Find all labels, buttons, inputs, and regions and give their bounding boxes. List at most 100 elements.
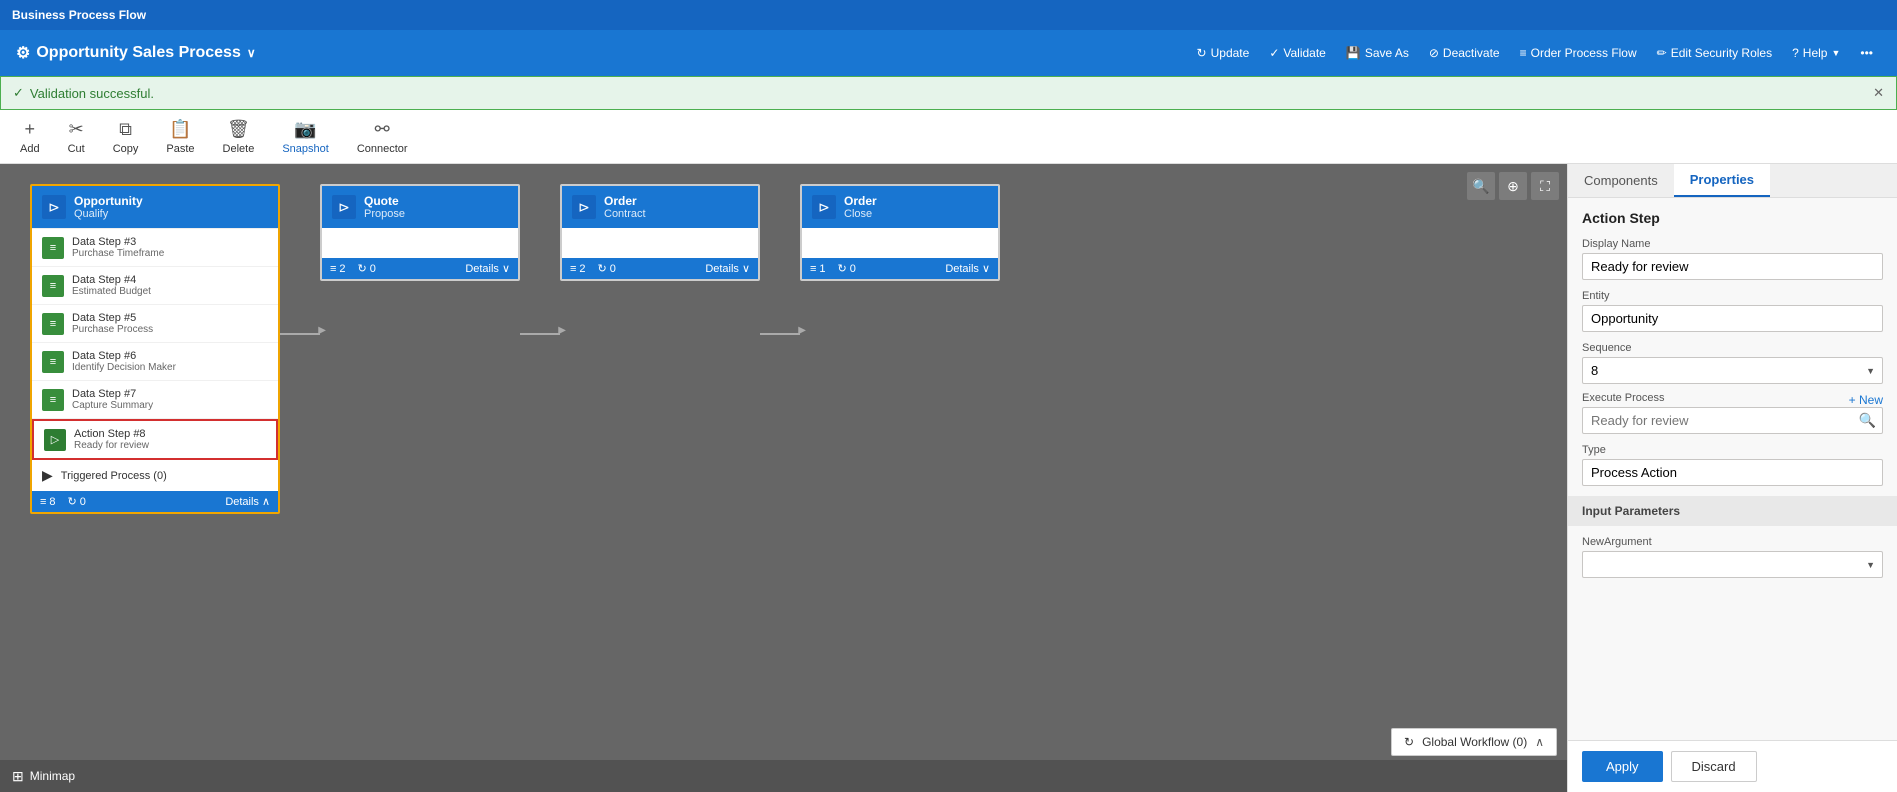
validation-check-icon: ✓ <box>13 85 24 101</box>
paste-button[interactable]: 📋 Paste <box>154 115 206 159</box>
loop-count-value: 0 <box>80 496 86 508</box>
step-text: Data Step #7 Capture Summary <box>72 388 153 411</box>
details-button-1[interactable]: Details ∧ <box>225 495 270 508</box>
stage-icon-4: ⊳ <box>812 195 836 219</box>
step-count-value: 8 <box>49 496 55 508</box>
header: ⚙ Opportunity Sales Process ∨ ↻ Update ✓… <box>0 30 1897 76</box>
delete-button[interactable]: 🗑 Delete <box>211 115 267 159</box>
process-title: Opportunity Sales Process <box>36 44 241 62</box>
stage-subtitle: Qualify <box>74 208 143 220</box>
copy-label: Copy <box>113 143 139 155</box>
step-text: Action Step #8 Ready for review <box>74 428 149 451</box>
stage-icon-2: ⊳ <box>332 195 356 219</box>
delete-label: Delete <box>223 143 255 155</box>
update-button[interactable]: ↻ Update <box>1189 42 1258 64</box>
stage-order-close[interactable]: ⊳ Order Close ≡ 1 ↻ 0 <box>800 184 1000 281</box>
save-as-button[interactable]: 💾 Save As <box>1338 42 1417 64</box>
step-count-icon-3: ≡ <box>570 263 576 275</box>
stage-footer-2: ≡ 2 ↻ 0 Details ∨ <box>322 258 518 279</box>
triggered-label: Triggered Process (0) <box>61 470 167 482</box>
step-count-value-3: 2 <box>579 263 585 275</box>
title-chevron[interactable]: ∨ <box>247 46 256 60</box>
sequence-label: Sequence <box>1582 342 1883 354</box>
help-icon: ? <box>1792 46 1799 60</box>
step-subtitle: Capture Summary <box>72 400 153 411</box>
canvas-controls: 🔍 ⊕ ⛶ <box>1467 172 1559 200</box>
stage-order-contract-header: ⊳ Order Contract <box>562 186 758 228</box>
more-button[interactable]: ••• <box>1852 42 1881 64</box>
order-process-flow-button[interactable]: ≡ Order Process Flow <box>1512 42 1645 64</box>
entity-input[interactable] <box>1582 305 1883 332</box>
minimap-bar[interactable]: ⊞ Minimap <box>0 760 1567 792</box>
step-item-3[interactable]: ≡ Data Step #3 Purchase Timeframe <box>32 229 278 267</box>
validation-close-icon[interactable]: ✕ <box>1873 85 1884 101</box>
stage-order-contract[interactable]: ⊳ Order Contract ≡ 2 ↻ 0 <box>560 184 760 281</box>
steps-dropdown: ≡ Data Step #3 Purchase Timeframe ≡ Data… <box>32 228 278 460</box>
stage-footer-3: ≡ 2 ↻ 0 Details ∨ <box>562 258 758 279</box>
step-text: Data Step #4 Estimated Budget <box>72 274 151 297</box>
discard-button[interactable]: Discard <box>1671 751 1757 782</box>
display-name-input[interactable] <box>1582 253 1883 280</box>
connector-button[interactable]: ⚯ Connector <box>345 115 420 159</box>
loop-count-icon: ↻ <box>68 495 77 508</box>
step-title: Data Step #3 <box>72 236 164 248</box>
execute-process-search-button[interactable]: 🔍 <box>1853 408 1882 433</box>
global-workflow[interactable]: ↻ Global Workflow (0) ∧ <box>1391 728 1557 756</box>
step-item-8[interactable]: ▷ Action Step #8 Ready for review <box>32 419 278 460</box>
stage-quote-propose[interactable]: ⊳ Quote Propose ≡ 2 ↻ 0 <box>320 184 520 281</box>
new-argument-select[interactable] <box>1582 551 1883 578</box>
validate-button[interactable]: ✓ Validate <box>1261 42 1334 64</box>
deactivate-button[interactable]: ⊘ Deactivate <box>1421 42 1508 64</box>
step-item-4[interactable]: ≡ Data Step #4 Estimated Budget <box>32 267 278 305</box>
stage-opportunity-qualify[interactable]: ⊳ Opportunity Qualify ≡ Data Step #3 Pur… <box>30 184 280 514</box>
flow-container: ⊳ Opportunity Qualify ≡ Data Step #3 Pur… <box>0 164 1567 534</box>
cut-label: Cut <box>68 143 85 155</box>
stage-icon-3: ⊳ <box>572 195 596 219</box>
step-item-7[interactable]: ≡ Data Step #7 Capture Summary <box>32 381 278 419</box>
canvas[interactable]: 🔍 ⊕ ⛶ ⊳ Opportunity Qualify <box>0 164 1567 792</box>
details-button-3[interactable]: Details ∨ <box>705 262 750 275</box>
details-button-4[interactable]: Details ∨ <box>945 262 990 275</box>
loop-count-icon-2: ↻ <box>358 262 367 275</box>
type-input[interactable] <box>1582 459 1883 486</box>
delete-icon: 🗑 <box>227 119 250 140</box>
stage-title-2: Quote <box>364 194 405 208</box>
tab-properties[interactable]: Properties <box>1674 164 1770 197</box>
help-button[interactable]: ? Help ▼ <box>1784 42 1848 64</box>
step-count-value-2: 2 <box>339 263 345 275</box>
step-item-6[interactable]: ≡ Data Step #6 Identify Decision Maker <box>32 343 278 381</box>
details-chevron-icon-4: ∨ <box>982 262 990 275</box>
execute-process-new-link[interactable]: + New <box>1849 393 1883 407</box>
cut-button[interactable]: ✂ Cut <box>56 115 97 159</box>
details-chevron-icon: ∧ <box>262 495 270 508</box>
snapshot-button[interactable]: 📷 Snapshot <box>270 115 340 159</box>
update-icon: ↻ <box>1197 46 1207 60</box>
stage-quote-propose-header: ⊳ Quote Propose <box>322 186 518 228</box>
details-chevron-icon-2: ∨ <box>502 262 510 275</box>
edit-security-roles-button[interactable]: ✏ Edit Security Roles <box>1649 42 1780 64</box>
validation-message: Validation successful. <box>30 86 154 101</box>
loop-count-value-2: 0 <box>370 263 376 275</box>
stage-subtitle-4: Close <box>844 208 877 220</box>
execute-process-input[interactable] <box>1583 408 1853 433</box>
add-icon: + <box>25 119 36 140</box>
step-count-icon-4: ≡ <box>810 263 816 275</box>
tab-components[interactable]: Components <box>1568 164 1674 197</box>
loop-count-3: ↻ 0 <box>598 262 616 275</box>
zoom-out-button[interactable]: 🔍 <box>1467 172 1495 200</box>
sequence-select[interactable]: 8 <box>1582 357 1883 384</box>
zoom-in-button[interactable]: ⊕ <box>1499 172 1527 200</box>
connector-2 <box>520 333 560 335</box>
add-button[interactable]: + Add <box>8 115 52 159</box>
details-button-2[interactable]: Details ∨ <box>465 262 510 275</box>
triggered-process[interactable]: ▶ Triggered Process (0) <box>32 460 278 491</box>
apply-button[interactable]: Apply <box>1582 751 1663 782</box>
step-text: Data Step #5 Purchase Process <box>72 312 153 335</box>
fullscreen-button[interactable]: ⛶ <box>1531 172 1559 200</box>
loop-count-icon-4: ↻ <box>838 262 847 275</box>
step-count-icon-2: ≡ <box>330 263 336 275</box>
paste-icon: 📋 <box>169 119 191 140</box>
copy-button[interactable]: ⧉ Copy <box>101 115 151 159</box>
stage-title-4: Order <box>844 194 877 208</box>
step-item-5[interactable]: ≡ Data Step #5 Purchase Process <box>32 305 278 343</box>
